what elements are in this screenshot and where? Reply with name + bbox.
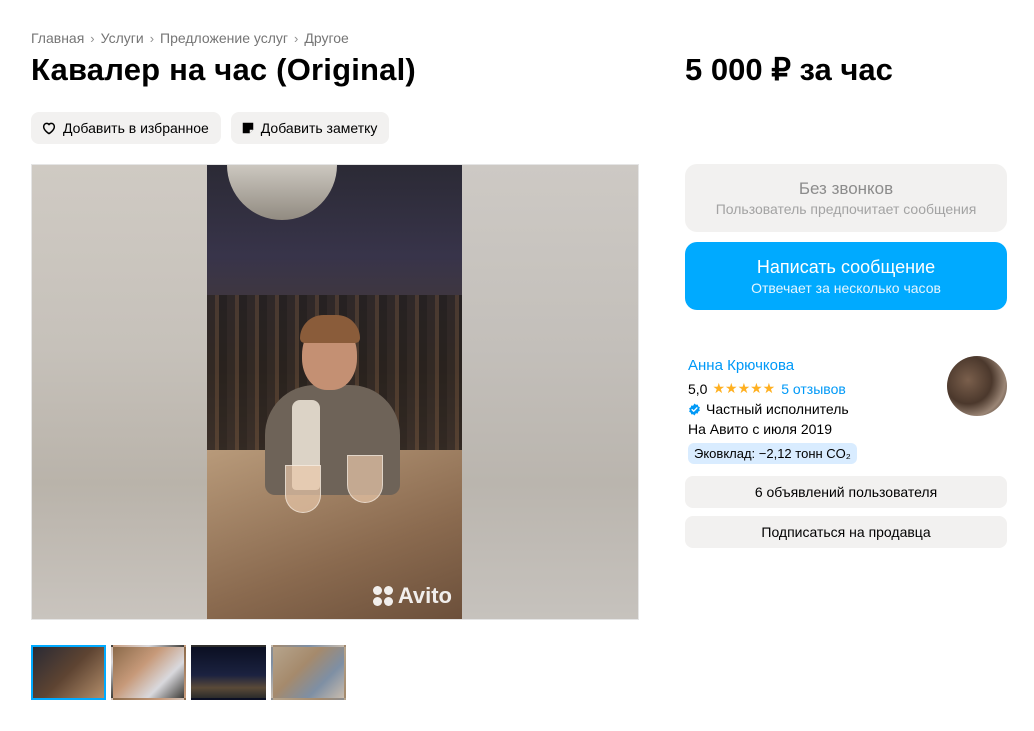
breadcrumb-service-offers[interactable]: Предложение услуг bbox=[160, 30, 288, 46]
thumbnail-3[interactable] bbox=[191, 645, 266, 700]
rating-value: 5,0 bbox=[688, 380, 708, 397]
write-message-button[interactable]: Написать сообщение Отвечает за несколько… bbox=[685, 242, 1007, 310]
note-icon bbox=[242, 122, 254, 134]
breadcrumb-home[interactable]: Главная bbox=[31, 30, 84, 46]
seller-rating: 5,0 ★★★★★ 5 отзывов bbox=[688, 380, 958, 397]
thumbnail-1[interactable] bbox=[31, 645, 106, 700]
photo-glass bbox=[285, 465, 321, 513]
seller-type-label: Частный исполнитель bbox=[706, 401, 849, 417]
subscribe-seller-button[interactable]: Подписаться на продавца bbox=[685, 516, 1007, 548]
photo-chandelier bbox=[227, 165, 337, 220]
seller-avatar[interactable] bbox=[947, 356, 1007, 416]
no-calls-title: Без звонков bbox=[798, 179, 894, 198]
no-calls-notice: Без звонков Пользователь предпочитает со… bbox=[685, 164, 1007, 232]
breadcrumb: Главная › Услуги › Предложение услуг › Д… bbox=[31, 30, 349, 46]
main-photo[interactable]: Avito bbox=[207, 165, 464, 619]
write-message-subtitle: Отвечает за несколько часов bbox=[751, 279, 941, 296]
listing-title: Кавалер на час (Original) bbox=[31, 52, 416, 87]
add-to-favorites-label: Добавить в избранное bbox=[63, 120, 209, 136]
photo-person-hair bbox=[300, 315, 360, 343]
thumbnail-strip bbox=[31, 645, 346, 700]
verified-check-icon bbox=[689, 403, 700, 415]
gallery-blur-left bbox=[32, 165, 207, 619]
listing-price: 5 000 ₽ за час bbox=[685, 52, 893, 87]
thumbnail-2[interactable] bbox=[111, 645, 186, 700]
seller-since: На Авито с июля 2019 bbox=[688, 421, 832, 437]
heart-icon bbox=[42, 122, 56, 135]
seller-listings-button[interactable]: 6 объявлений пользователя bbox=[685, 476, 1007, 508]
avito-logo-icon bbox=[372, 585, 394, 607]
avito-watermark: Avito bbox=[372, 583, 452, 609]
listing-actions: Добавить в избранное Добавить заметку bbox=[31, 112, 390, 144]
gallery-blur-right bbox=[462, 165, 638, 619]
add-to-favorites-button[interactable]: Добавить в избранное bbox=[31, 112, 221, 144]
photo-glass bbox=[347, 455, 383, 503]
watermark-text: Avito bbox=[397, 583, 452, 608]
breadcrumb-other[interactable]: Другое bbox=[304, 30, 348, 46]
add-note-button[interactable]: Добавить заметку bbox=[230, 112, 390, 144]
seller-info: Анна Крючкова 5,0 ★★★★★ 5 отзывов Частны… bbox=[688, 357, 958, 464]
reviews-link[interactable]: 5 отзывов bbox=[781, 381, 846, 397]
seller-type: Частный исполнитель bbox=[688, 401, 958, 417]
seller-name[interactable]: Анна Крючкова bbox=[688, 357, 958, 374]
thumbnail-4[interactable] bbox=[271, 645, 346, 700]
rating-stars-icon: ★★★★★ bbox=[712, 380, 776, 396]
write-message-title: Написать сообщение bbox=[756, 256, 936, 277]
add-note-label: Добавить заметку bbox=[260, 120, 378, 136]
photo-gallery[interactable]: Avito bbox=[31, 164, 639, 620]
eco-contribution-badge[interactable]: Эковклад: −2,12 тонн CO₂ bbox=[688, 443, 857, 464]
no-calls-subtitle: Пользователь предпочитает сообщения bbox=[715, 201, 977, 217]
breadcrumb-separator: › bbox=[90, 30, 95, 46]
breadcrumb-separator: › bbox=[149, 30, 155, 46]
breadcrumb-services[interactable]: Услуги bbox=[101, 30, 144, 46]
breadcrumb-separator: › bbox=[294, 30, 299, 46]
